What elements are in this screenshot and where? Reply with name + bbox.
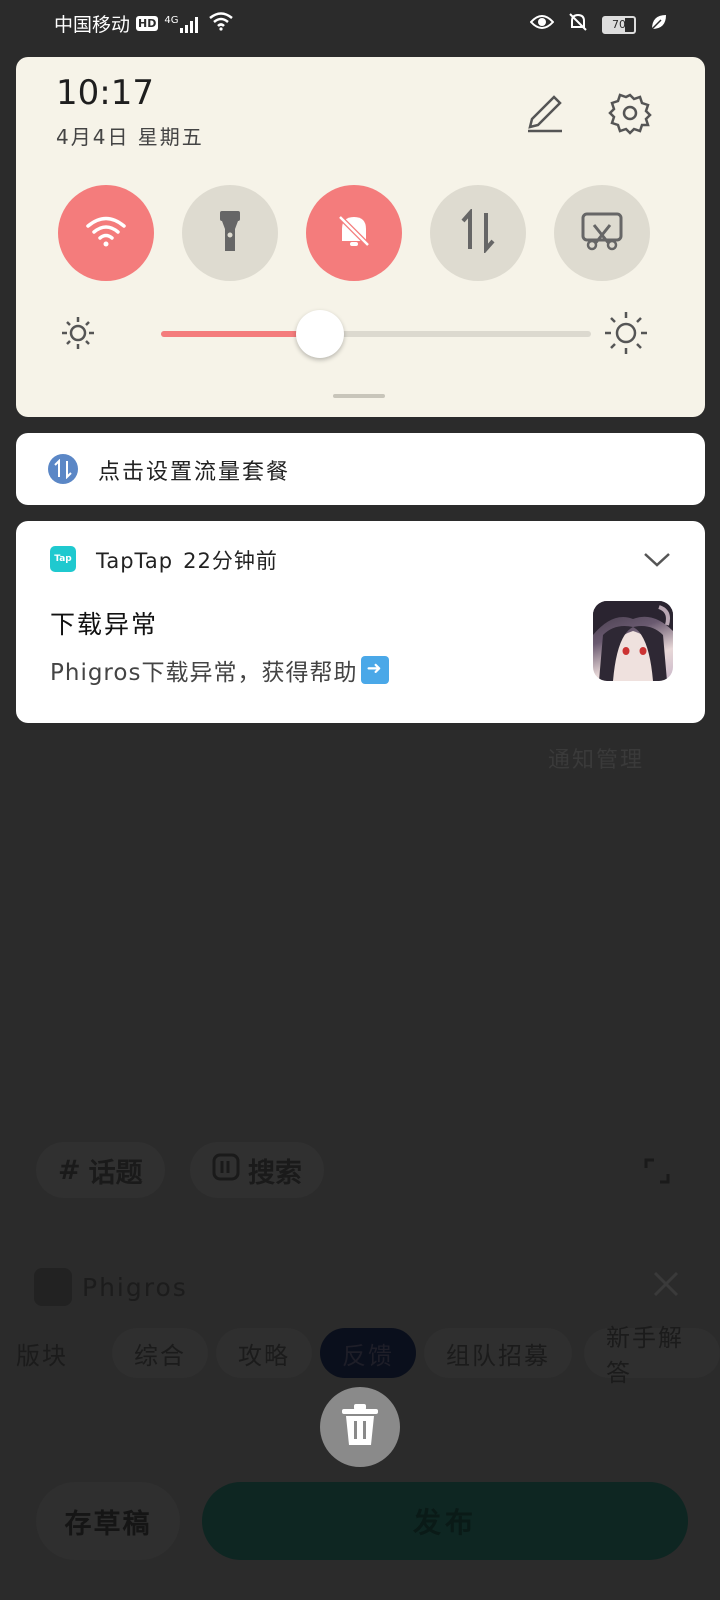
wifi-status-icon [208,11,234,36]
panel-drag-handle[interactable] [333,394,385,398]
clock-date: 4月4日 星期五 [56,125,204,149]
tab-team-recruit[interactable]: 组队招募 [424,1328,572,1378]
hashtag-icon: # [58,1154,81,1186]
game-icon [34,1268,72,1306]
signal-icon: 4G [164,15,202,33]
battery-icon: 70 [602,15,636,34]
flashlight-toggle[interactable] [182,185,278,281]
gear-icon[interactable] [608,91,652,139]
game-avatar [593,601,673,681]
topic-label: 话题 [88,1157,143,1189]
taptap-notification[interactable]: Tap TapTap 22分钟前 下载异常 Phigros下载异常，获得帮助 [16,521,705,723]
search-label: 搜索 [248,1157,302,1189]
leaf-icon [650,13,668,36]
mute-toggle[interactable] [306,185,402,281]
notification-body: Phigros下载异常，获得帮助 [50,653,390,687]
tab-general[interactable]: 综合 [112,1328,208,1378]
brightness-slider[interactable] [161,310,591,358]
taptap-logo-icon: Tap [50,546,76,572]
tab-newbie-help[interactable]: 新手解答 [584,1324,720,1387]
trash-icon [340,1403,380,1451]
expand-icon[interactable] [644,1158,670,1188]
bell-off-icon [334,211,374,255]
carrier-label: 中国移动 [54,14,131,36]
hd-badge: HD [136,16,159,31]
tab-feedback[interactable]: 反馈 [320,1328,416,1378]
publish-button[interactable]: 发布 [202,1482,688,1560]
game-name: Phigros [82,1272,188,1302]
data-plan-notification[interactable]: 点击设置流量套餐 [16,433,705,505]
forum-tabs: 版块 综合 攻略 反馈 组队招募 新手解答 [0,1324,720,1387]
mobile-data-toggle[interactable] [430,185,526,281]
bell-off-icon [568,12,588,37]
brightness-control [56,310,666,358]
notification-body-text: Phigros下载异常，获得帮助 [50,660,358,686]
eye-icon [529,13,555,36]
data-arrows-icon [460,207,496,257]
screenshot-toggle[interactable] [554,185,650,281]
search-chip[interactable]: 搜索 [190,1142,324,1198]
chevron-down-icon[interactable] [643,551,671,573]
selected-game[interactable]: Phigros [34,1268,188,1306]
data-arrows-icon [48,454,78,484]
network-type: 4G [164,14,179,26]
notification-manage-link[interactable]: 通知管理 [548,742,644,774]
data-plan-text: 点击设置流量套餐 [98,460,291,485]
tab-board[interactable]: 版块 [0,1328,90,1378]
app-name: TapTap [96,549,174,573]
status-bar: 中国移动 HD 4G 70 [0,0,720,48]
topic-chip[interactable]: # 话题 [36,1142,165,1198]
arrow-right-icon [361,656,390,684]
close-icon[interactable] [652,1270,680,1302]
flashlight-icon [218,209,242,257]
edit-icon[interactable] [522,91,566,139]
scissors-screen-icon [580,211,624,255]
brightness-thumb[interactable] [296,310,344,358]
clock-time: 10:17 [56,73,154,113]
status-right: 70 [529,12,668,37]
wifi-icon [86,215,126,251]
status-left: 中国移动 HD 4G [54,10,234,37]
notification-title: 下载异常 [50,610,159,639]
brightness-high-icon [604,311,648,359]
search-icon [212,1153,240,1188]
delete-button[interactable] [320,1387,400,1467]
notification-header: TapTap 22分钟前 [96,545,278,575]
brightness-low-icon [60,315,96,355]
notification-time: 22分钟前 [183,549,278,573]
wifi-toggle[interactable] [58,185,154,281]
save-draft-button[interactable]: 存草稿 [36,1482,180,1560]
quick-settings-panel: 10:17 4月4日 星期五 [16,57,705,417]
quick-toggles [58,185,658,281]
battery-level: 70 [612,17,626,31]
tab-guide[interactable]: 攻略 [216,1328,312,1378]
